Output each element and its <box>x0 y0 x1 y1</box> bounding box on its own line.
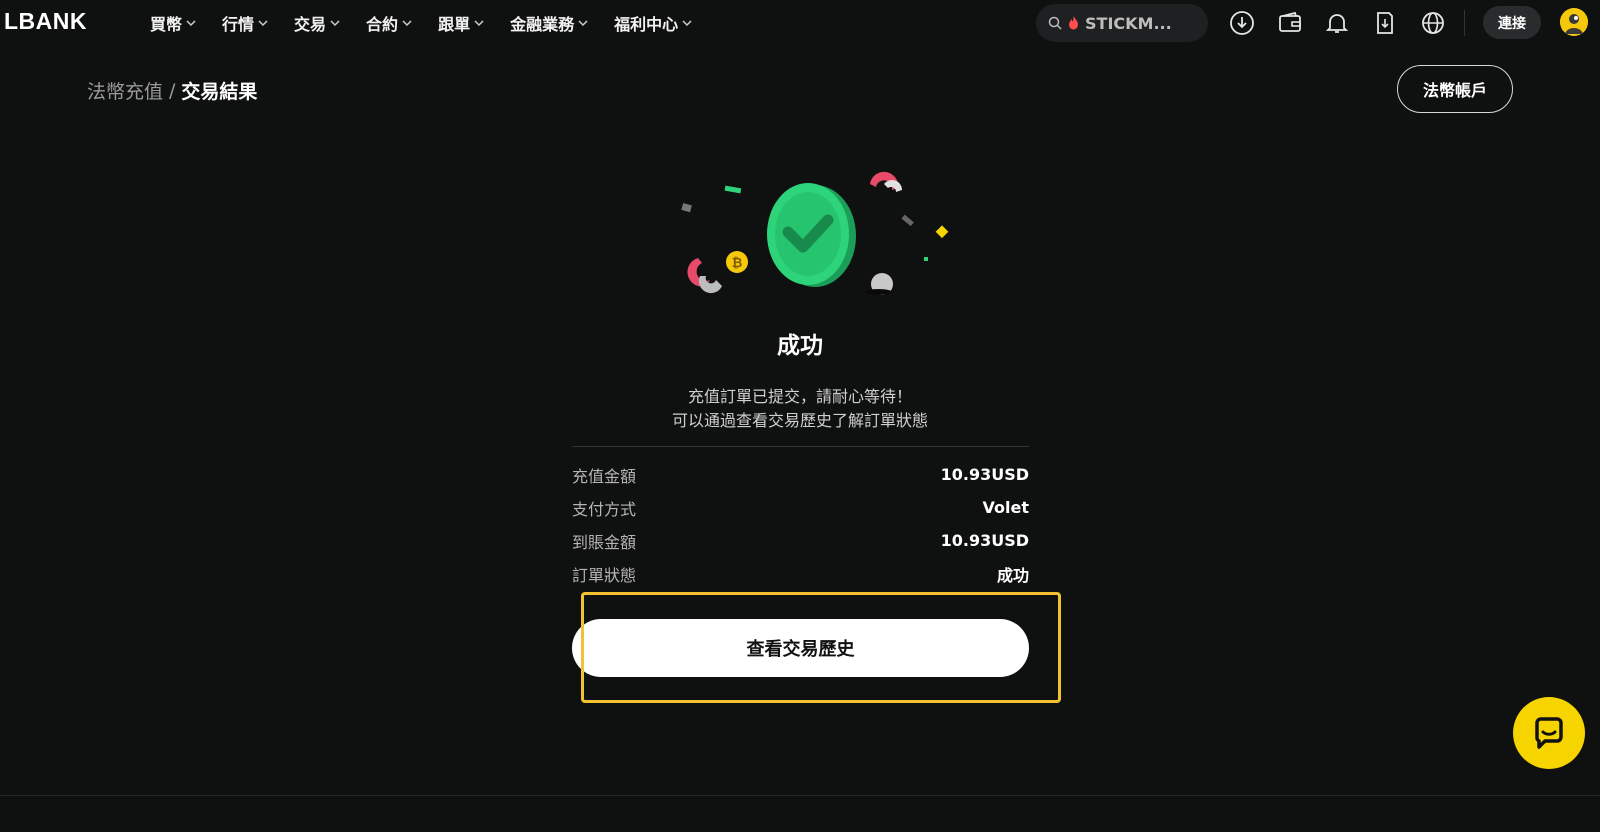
menu-rewards-center[interactable]: 福利中心 <box>614 11 692 35</box>
search-trending-text: STICKM... <box>1085 13 1172 33</box>
divider <box>572 446 1029 447</box>
chevron-down-icon <box>330 20 340 27</box>
menu-copy-trading[interactable]: 跟單 <box>438 11 484 35</box>
breadcrumb-separator: / <box>169 79 176 102</box>
detail-label: 訂單狀態 <box>572 565 637 585</box>
search-box[interactable]: STICKM... <box>1036 4 1208 42</box>
detail-row-received-amount: 到賬金額 10.93USD <box>572 524 1029 557</box>
order-details: 充值金額 10.93USD 支付方式 Volet 到賬金額 10.93USD 訂… <box>572 458 1029 590</box>
result-message: 充值訂單已提交，請耐心等待！ 可以通過查看交易歷史了解訂單狀態 <box>0 385 1600 433</box>
menu-futures[interactable]: 合約 <box>366 11 412 35</box>
chat-icon <box>1535 717 1563 749</box>
menu-label: 金融業務 <box>510 15 575 34</box>
breadcrumb: 法幣充值 / 交易結果 <box>87 77 257 104</box>
chevron-down-icon <box>186 20 196 27</box>
menu-label: 行情 <box>222 15 255 34</box>
detail-row-payment-method: 支付方式 Volet <box>572 491 1029 524</box>
breadcrumb-fiat-deposit[interactable]: 法幣充值 <box>87 77 163 104</box>
avatar[interactable] <box>1560 8 1588 36</box>
search-icon <box>1048 16 1062 30</box>
chevron-down-icon <box>402 20 412 27</box>
bell-icon[interactable] <box>1323 9 1351 37</box>
menu-finance[interactable]: 金融業務 <box>510 11 588 35</box>
result-title: 成功 <box>777 333 823 359</box>
wallet-icon[interactable] <box>1276 9 1304 37</box>
order-doc-icon[interactable] <box>1371 9 1399 37</box>
menu-buy-crypto[interactable]: 買幣 <box>150 11 196 35</box>
menu-markets[interactable]: 行情 <box>222 11 268 35</box>
menu-label: 福利中心 <box>614 15 679 34</box>
detail-row-order-status: 訂單狀態 成功 <box>572 557 1029 590</box>
download-icon[interactable] <box>1228 9 1256 37</box>
menu-label: 跟單 <box>438 15 471 34</box>
connect-button[interactable]: 連接 <box>1483 6 1541 39</box>
footer-divider <box>0 795 1600 796</box>
menu-label: 合約 <box>366 15 399 34</box>
detail-value: 10.93USD <box>940 531 1029 550</box>
chevron-down-icon <box>474 20 484 27</box>
breadcrumb-current: 交易結果 <box>181 81 258 103</box>
svg-text:₿: ₿ <box>732 256 743 271</box>
app-root: LBANK 買幣 行情 交易 合約 跟單 金融業務 福利中心 STICKM...… <box>0 0 1600 832</box>
main-menu: 買幣 行情 交易 合約 跟單 金融業務 福利中心 <box>150 0 718 46</box>
fire-icon <box>1069 16 1078 30</box>
detail-label: 支付方式 <box>572 499 637 519</box>
top-nav: LBANK 買幣 行情 交易 合約 跟單 金融業務 福利中心 STICKM...… <box>0 0 1600 46</box>
globe-icon[interactable] <box>1419 9 1447 37</box>
menu-trade[interactable]: 交易 <box>294 11 340 35</box>
menu-label: 交易 <box>294 15 327 34</box>
chevron-down-icon <box>258 20 268 27</box>
success-illustration: ₿ <box>681 171 949 295</box>
chevron-down-icon <box>682 20 692 27</box>
lbank-logo[interactable]: LBANK <box>4 8 87 35</box>
menu-label: 買幣 <box>150 15 183 34</box>
chat-support-button[interactable] <box>1513 697 1585 769</box>
detail-value: Volet <box>982 498 1029 517</box>
detail-label: 充值金額 <box>572 466 637 486</box>
fiat-account-button[interactable]: 法幣帳戶 <box>1397 65 1513 113</box>
detail-value: 10.93USD <box>940 465 1029 484</box>
result-message-line1: 充值訂單已提交，請耐心等待！ <box>687 387 912 406</box>
detail-value: 成功 <box>996 565 1029 585</box>
detail-row-deposit-amount: 充值金額 10.93USD <box>572 458 1029 491</box>
detail-label: 到賬金額 <box>572 532 637 552</box>
chevron-down-icon <box>578 20 588 27</box>
nav-divider <box>1464 10 1465 36</box>
result-message-line2: 可以通過查看交易歷史了解訂單狀態 <box>671 411 928 430</box>
view-transaction-history-button[interactable]: 查看交易歷史 <box>572 619 1029 677</box>
